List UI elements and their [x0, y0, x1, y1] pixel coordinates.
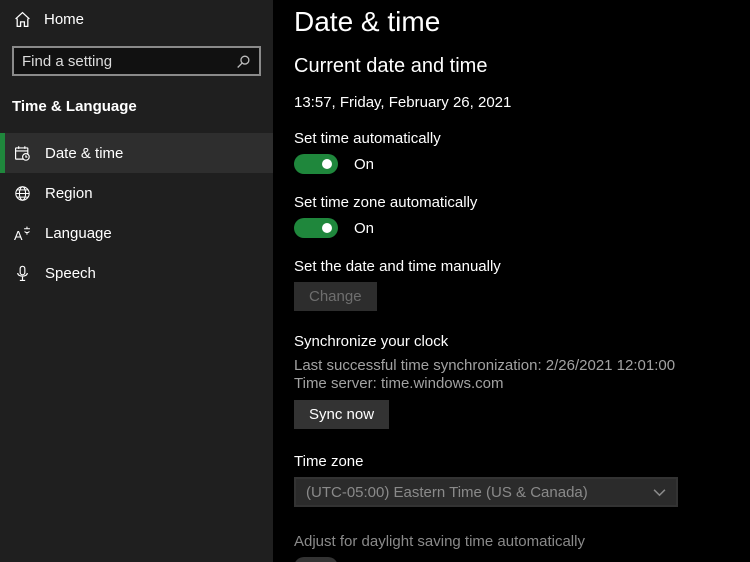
sidebar-item-region[interactable]: Region	[0, 173, 273, 213]
sidebar-item-speech[interactable]: Speech	[0, 253, 273, 293]
set-time-auto-toggle[interactable]	[294, 154, 338, 174]
sidebar-item-label: Date & time	[45, 145, 123, 162]
current-datetime-value: 13:57, Friday, February 26, 2021	[294, 94, 750, 111]
search-icon	[236, 54, 259, 69]
dst-state: On	[354, 559, 374, 562]
timezone-selected-value: (UTC-05:00) Eastern Time (US & Canada)	[306, 484, 588, 501]
svg-text:A: A	[14, 227, 23, 241]
set-timezone-auto-label: Set time zone automatically	[294, 194, 750, 211]
dst-label: Adjust for daylight saving time automati…	[294, 533, 750, 550]
current-date-time-heading: Current date and time	[294, 53, 750, 79]
toggle-knob	[322, 159, 332, 169]
sidebar-item-home[interactable]: Home	[0, 0, 273, 37]
timezone-label: Time zone	[294, 453, 750, 470]
microphone-icon	[14, 265, 31, 282]
change-button[interactable]: Change	[294, 282, 377, 311]
settings-sidebar: Home Time & Language Date & time	[0, 0, 273, 562]
dst-toggle[interactable]	[294, 557, 338, 562]
calendar-clock-icon	[14, 145, 31, 162]
sidebar-item-language[interactable]: A Language	[0, 213, 273, 253]
sync-now-button[interactable]: Sync now	[294, 400, 389, 429]
dst-row: On	[294, 556, 750, 562]
timezone-dropdown[interactable]: (UTC-05:00) Eastern Time (US & Canada)	[294, 477, 678, 507]
set-timezone-auto-row: On	[294, 217, 750, 239]
set-timezone-auto-state: On	[354, 220, 374, 237]
sync-heading: Synchronize your clock	[294, 333, 750, 350]
sidebar-item-label: Language	[45, 225, 112, 242]
search-box	[12, 46, 261, 76]
last-sync-text: Last successful time synchronization: 2/…	[294, 357, 750, 375]
set-timezone-auto-toggle[interactable]	[294, 218, 338, 238]
set-time-auto-state: On	[354, 156, 374, 173]
home-label: Home	[44, 11, 84, 28]
language-icon: A	[14, 225, 31, 242]
time-server-text: Time server: time.windows.com	[294, 375, 750, 393]
set-manual-label: Set the date and time manually	[294, 258, 750, 275]
sidebar-item-date-time[interactable]: Date & time	[0, 133, 273, 173]
globe-icon	[14, 185, 31, 202]
page-title: Date & time	[294, 4, 750, 40]
set-time-auto-label: Set time automatically	[294, 130, 750, 147]
date-time-settings-panel: Date & time Current date and time 13:57,…	[273, 0, 750, 562]
search-input[interactable]	[14, 48, 236, 74]
toggle-knob	[322, 223, 332, 233]
chevron-down-icon	[653, 488, 666, 497]
set-time-auto-row: On	[294, 153, 750, 175]
sidebar-nav: Date & time Region A Language	[0, 133, 273, 293]
home-icon	[14, 11, 31, 28]
sidebar-item-label: Speech	[45, 265, 96, 282]
sidebar-item-label: Region	[45, 185, 93, 202]
sidebar-section-title: Time & Language	[0, 76, 273, 123]
